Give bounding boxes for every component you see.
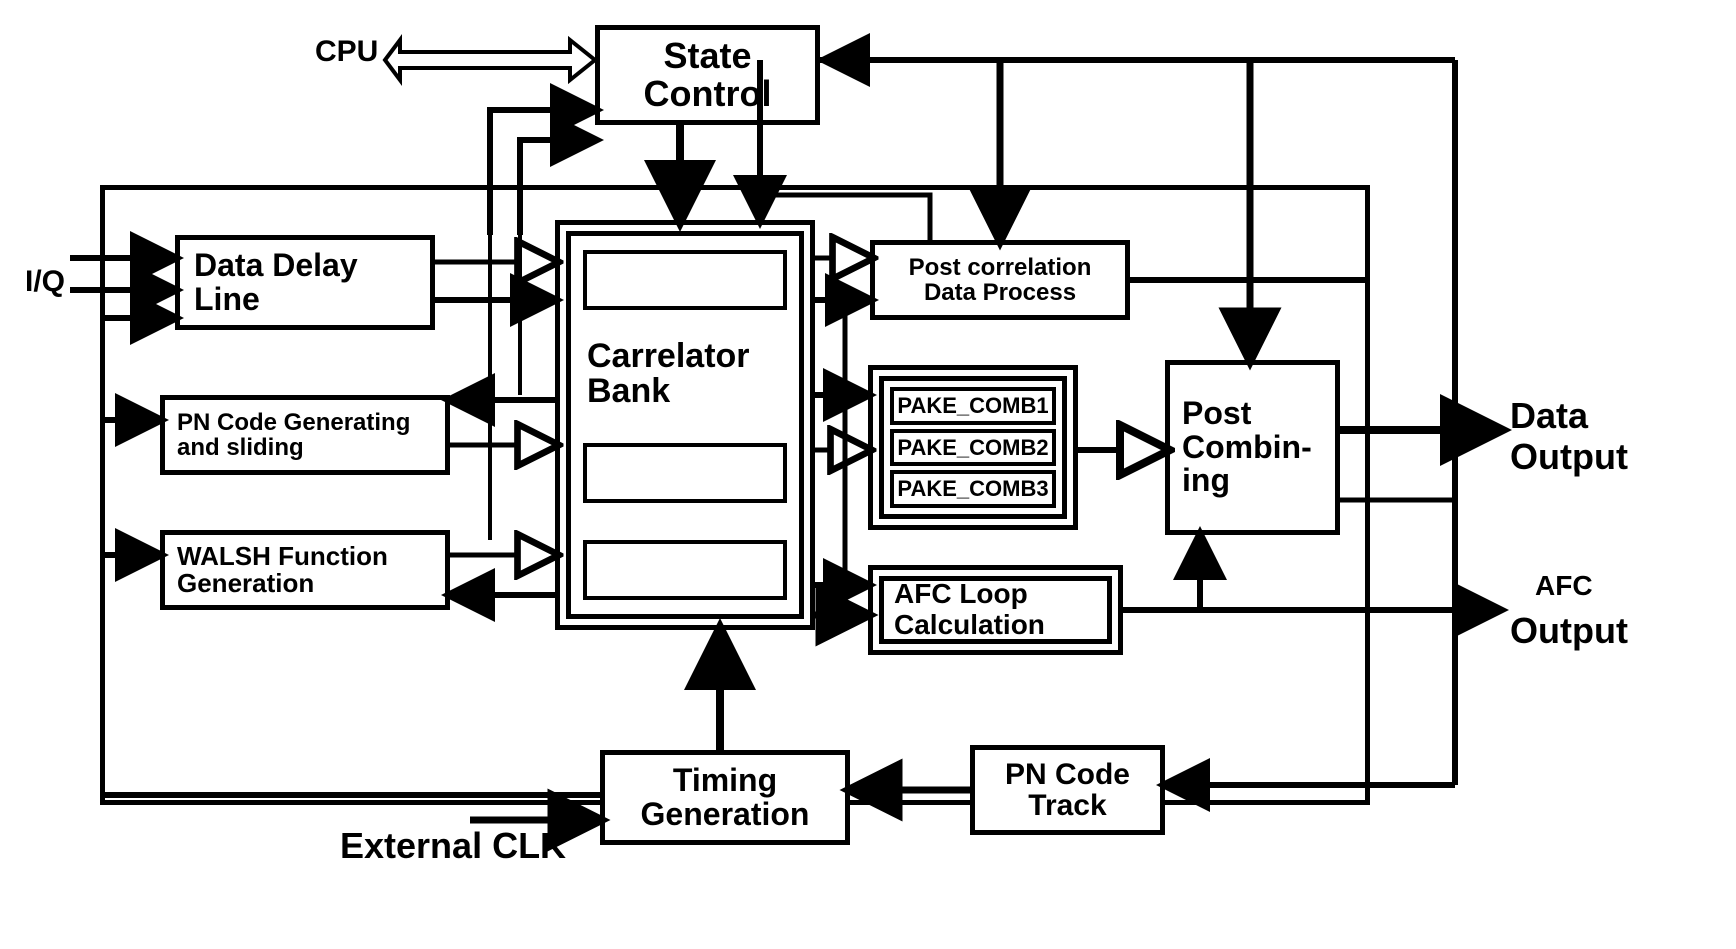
state-control-text: State Control xyxy=(644,37,772,113)
data-delay-text: Data Delay Line xyxy=(194,249,358,316)
block-pn-code-gen: PN Code Generating and sliding xyxy=(160,395,450,475)
arrow-cpu-state xyxy=(385,40,595,80)
external-clk-label: External CLK xyxy=(340,825,566,867)
block-state-control: State Control xyxy=(595,25,820,125)
walsh-text: WALSH Function Generation xyxy=(177,543,388,598)
diagram-stage: State Control CPU I/Q Data Delay Line PN… xyxy=(0,0,1736,949)
block-timing-generation: Timing Generation xyxy=(600,750,850,845)
correlator-slot-3 xyxy=(583,540,787,600)
block-pn-code-track: PN Code Track xyxy=(970,745,1165,835)
post-corr-text: Post correlation Data Process xyxy=(909,255,1092,305)
correlator-bank-title: Carrelator Bank xyxy=(587,339,750,410)
pn-track-text: PN Code Track xyxy=(1005,759,1130,822)
afc-loop-text: AFC Loop Calculation xyxy=(894,579,1045,641)
block-post-combining: Post Combin- ing xyxy=(1165,360,1340,535)
block-data-delay-line: Data Delay Line xyxy=(175,235,435,330)
block-pake-group: PAKE_COMB1 PAKE_COMB2 PAKE_COMB3 xyxy=(868,365,1078,530)
slot-pake1: PAKE_COMB1 xyxy=(890,387,1056,425)
correlator-slot-1 xyxy=(583,250,787,310)
block-afc-loop: AFC Loop Calculation xyxy=(868,565,1123,655)
block-correlator-bank: Carrelator Bank xyxy=(555,220,815,630)
afc-output-label: Output xyxy=(1510,610,1628,652)
block-post-correlation: Post correlation Data Process xyxy=(870,240,1130,320)
correlator-slot-2 xyxy=(583,443,787,503)
pn-code-gen-text: PN Code Generating and sliding xyxy=(177,410,410,460)
cpu-label: CPU xyxy=(315,35,378,69)
iq-label: I/Q xyxy=(25,265,65,299)
slot-pake3: PAKE_COMB3 xyxy=(890,470,1056,508)
data-output-label: Data Output xyxy=(1510,395,1628,478)
timing-gen-text: Timing Generation xyxy=(641,764,810,831)
slot-pake2: PAKE_COMB2 xyxy=(890,429,1056,467)
post-combining-text: Post Combin- ing xyxy=(1182,397,1312,498)
afc-output-tag: AFC xyxy=(1535,570,1593,602)
block-walsh: WALSH Function Generation xyxy=(160,530,450,610)
